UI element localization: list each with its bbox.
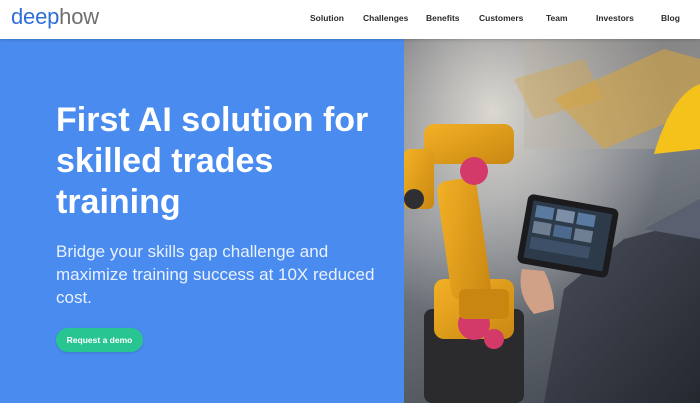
- nav-blog[interactable]: Blog: [661, 13, 680, 23]
- nav-customers[interactable]: Customers: [479, 13, 523, 23]
- request-demo-button[interactable]: Request a demo: [56, 328, 143, 352]
- logo-text-how: how: [59, 4, 99, 29]
- nav-team[interactable]: Team: [546, 13, 568, 23]
- robot-worker-illustration: [404, 39, 700, 403]
- hero-section: First AI solution for skilled trades tra…: [0, 39, 404, 403]
- site-header: deephow Solution Challenges Benefits Cus…: [0, 0, 700, 39]
- nav-benefits[interactable]: Benefits: [426, 13, 460, 23]
- nav-investors[interactable]: Investors: [596, 13, 634, 23]
- hero-subtitle: Bridge your skills gap challenge and max…: [56, 242, 375, 307]
- deephow-logo[interactable]: deephow: [11, 4, 99, 30]
- hero-title: First AI solution for skilled trades tra…: [56, 101, 369, 221]
- nav-solution[interactable]: Solution: [310, 13, 344, 23]
- hero-image: [404, 39, 700, 403]
- logo-text-deep: deep: [11, 4, 60, 29]
- nav-challenges[interactable]: Challenges: [363, 13, 408, 23]
